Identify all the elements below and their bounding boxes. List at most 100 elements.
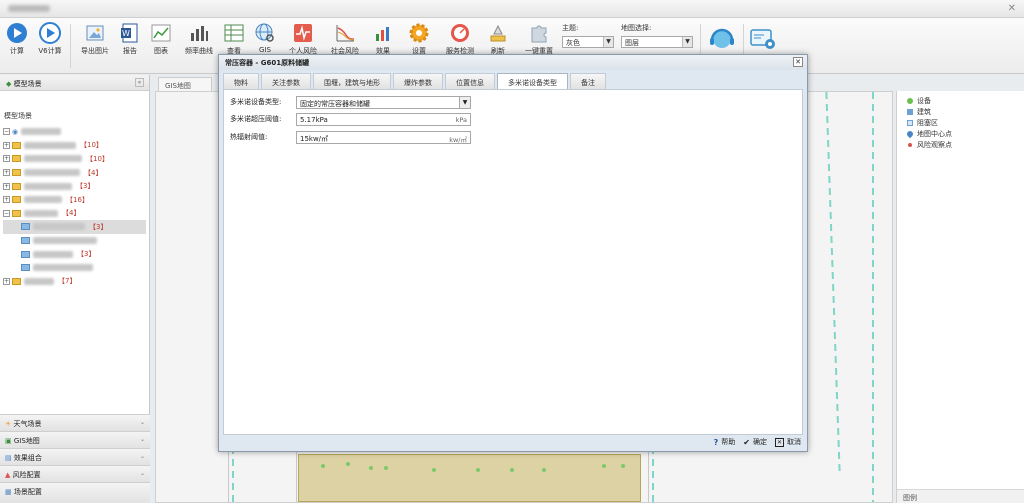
collapse-tree-icon[interactable]: − — [3, 209, 10, 217]
headset-icon — [710, 28, 734, 48]
tree-node[interactable]: + 【7】 — [3, 275, 146, 289]
map-select[interactable]: 图层 ▼ — [621, 36, 693, 48]
dialog-tabs: 物料 关注参数 围堰，建筑与地形 爆炸参数 位置信息 多米诺设备类型 备注 — [223, 73, 608, 89]
tab-params[interactable]: 关注参数 — [261, 73, 311, 89]
theme-select-group: 主题: 灰色 ▼ — [562, 23, 614, 48]
chevron-down-icon: ⌄ — [139, 470, 145, 477]
left-panel: ◆ 模型场景 « 模型场景 − ◉ + 【10】 + 【10】 + 【4】 + 【3】 +… — [0, 75, 150, 503]
tree-node[interactable]: + 【10】 — [3, 152, 146, 166]
play-icon — [39, 22, 61, 44]
expand-icon[interactable]: + — [3, 155, 10, 163]
play-icon — [7, 23, 27, 43]
card-icon — [750, 29, 775, 49]
refresh-icon — [490, 24, 506, 42]
customer-service-button[interactable] — [705, 24, 739, 56]
v6-calc-button[interactable]: V6计算 — [33, 22, 67, 56]
tab-location[interactable]: 位置信息 — [445, 73, 495, 89]
overpressure-input[interactable]: 5.17kPa kPa — [296, 112, 471, 126]
social-risk-button[interactable]: 社会风险 — [328, 22, 362, 56]
close-icon[interactable]: ✕ — [793, 57, 803, 67]
dialog-body: 多米诺设备类型: 固定的常压容器和储罐 ▼ 多米诺超压阈值: 5.17kPa k… — [223, 89, 803, 435]
tree-node-selected[interactable]: 【3】 — [3, 220, 146, 234]
expand-icon[interactable]: + — [3, 196, 10, 204]
tree-node-expanded[interactable]: − 【4】 — [3, 207, 146, 221]
accordion-scene-config[interactable]: ▦ 场景配置 — [0, 482, 150, 503]
effect-button[interactable]: 效果 — [366, 22, 400, 56]
calc-button[interactable]: 计算 — [0, 22, 34, 56]
service-check-button[interactable]: 服务检测 — [443, 22, 477, 56]
gis-button[interactable]: GIS — [248, 22, 282, 54]
chart-button[interactable]: 图表 — [144, 22, 178, 56]
pulse-icon — [294, 24, 312, 42]
expand-icon[interactable]: + — [3, 182, 10, 190]
tank-zone[interactable] — [298, 454, 641, 502]
heat-radiation-input[interactable]: 15kw/㎡ kw/㎡ — [296, 130, 471, 144]
accordion-gis[interactable]: ▣ GIS地图 ⌄ — [0, 431, 150, 448]
chevron-down-icon: ⌄ — [139, 453, 145, 460]
tab-material[interactable]: 物料 — [223, 73, 259, 89]
theme-select[interactable]: 灰色 ▼ — [562, 36, 614, 48]
help-button[interactable]: ? 帮助 — [714, 437, 736, 447]
chevron-down-icon: ⌄ — [139, 419, 145, 426]
expand-icon[interactable]: + — [3, 277, 10, 285]
cancel-button[interactable]: ✕ 取消 — [774, 437, 801, 447]
map-select-label: 地图选择: — [621, 24, 652, 32]
scene-icon: ◆ — [6, 80, 12, 88]
tab-domino-type[interactable]: 多米诺设备类型 — [497, 73, 568, 89]
bar-chart-icon — [191, 26, 208, 41]
building-icon — [907, 108, 913, 115]
cancel-icon: ✕ — [774, 437, 784, 447]
accordion-weather[interactable]: ☀ 天气场景 ⌄ — [0, 414, 150, 431]
chevron-down-icon: ▼ — [603, 37, 613, 47]
settings-button[interactable]: 设置 — [402, 22, 436, 56]
tab-notes[interactable]: 备注 — [570, 73, 606, 89]
tab-gis-map[interactable]: GIS地图 — [158, 77, 212, 91]
folder-icon — [12, 277, 21, 285]
frequency-curve-button[interactable]: 频率曲线 — [182, 22, 216, 56]
folder-icon — [12, 209, 21, 217]
theme-label: 主题: — [562, 24, 579, 32]
collapse-tree-icon[interactable]: − — [3, 128, 10, 136]
expand-icon[interactable]: + — [3, 169, 10, 177]
legend-panel: 设备 建筑 阻塞区 地图中心点 风险观察点 图例 — [896, 91, 1024, 503]
tree-leaf[interactable] — [3, 261, 146, 275]
table-icon — [224, 24, 244, 42]
app-title-redacted — [8, 5, 50, 12]
tab-explosion[interactable]: 爆炸参数 — [393, 73, 443, 89]
collapse-icon[interactable]: « — [135, 78, 144, 87]
export-image-button[interactable]: 导出图片 — [78, 22, 112, 56]
folder-icon — [21, 237, 30, 245]
tree-node[interactable]: + 【16】 — [3, 193, 146, 207]
risk-icon: ▲ — [5, 471, 11, 479]
legend-item-map-center: 地图中心点 — [897, 128, 1024, 139]
dialog-title: 常压容器 - G601原料储罐 — [225, 59, 310, 67]
individual-risk-button[interactable]: 个人风险 — [286, 22, 320, 56]
gear-icon — [409, 23, 429, 43]
accordion-risk[interactable]: ▲ 风险配置 ⌄ — [0, 465, 150, 482]
window-close-icon[interactable]: ✕ — [1008, 3, 1016, 14]
effect-icon — [376, 27, 389, 41]
tab-dike-building-terrain[interactable]: 围堰，建筑与地形 — [313, 73, 391, 89]
chart-icon — [151, 24, 171, 42]
accordion-effect[interactable]: ▤ 效果组合 ⌄ — [0, 448, 150, 465]
legend-item-risk-point: 风险观察点 — [897, 139, 1024, 150]
refresh-button[interactable]: 刷新 — [481, 22, 515, 56]
folder-icon — [12, 141, 21, 149]
tree-leaf[interactable] — [3, 234, 146, 248]
reset-button[interactable]: 一键重置 — [522, 22, 556, 56]
device-dot-icon — [907, 97, 913, 104]
tree-node[interactable]: + 【3】 — [3, 179, 146, 193]
folder-icon — [12, 169, 21, 177]
domino-type-select[interactable]: 固定的常压容器和储罐 ▼ — [296, 95, 471, 109]
vessel-dialog: 常压容器 - G601原料储罐 ✕ 物料 关注参数 围堰，建筑与地形 爆炸参数 … — [218, 54, 808, 452]
tree-node[interactable]: + 【10】 — [3, 139, 146, 153]
expand-icon[interactable]: + — [3, 141, 10, 149]
tree-node[interactable]: + 【4】 — [3, 166, 146, 180]
tree-leaf[interactable]: 【3】 — [3, 247, 146, 261]
ok-button[interactable]: ✔ 确定 — [743, 437, 767, 447]
view-button[interactable]: 查看 — [217, 22, 251, 56]
tree-root[interactable]: − ◉ — [3, 125, 146, 139]
folder-icon — [12, 196, 21, 204]
card-settings-button[interactable] — [746, 26, 780, 54]
report-button[interactable]: W 报告 — [113, 22, 147, 56]
